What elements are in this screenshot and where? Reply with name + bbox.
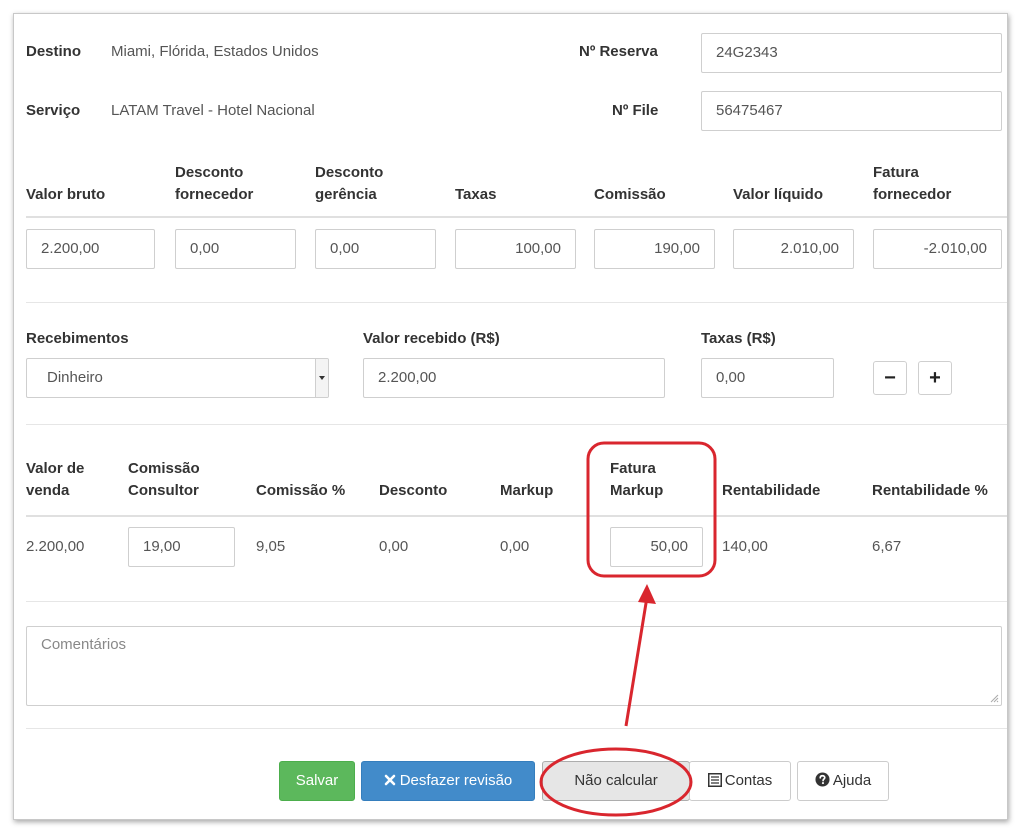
booking-form: Destino Miami, Flórida, Estados Unidos N… bbox=[13, 13, 1008, 820]
highlight-box bbox=[586, 441, 717, 578]
highlight-ellipse bbox=[539, 747, 693, 817]
annotation-arrowhead bbox=[638, 584, 656, 604]
annotation-arrow bbox=[624, 596, 649, 727]
annotation-overlay bbox=[539, 441, 717, 817]
